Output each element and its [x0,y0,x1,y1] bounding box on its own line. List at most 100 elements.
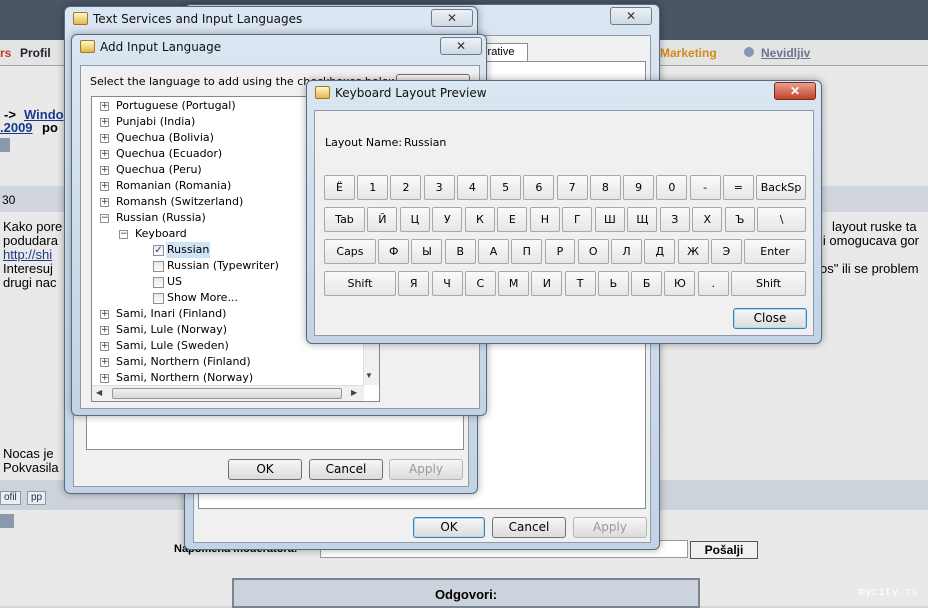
apply-button[interactable]: Apply [389,459,463,480]
keyboard-key: А [478,239,509,264]
expand-icon[interactable]: + [100,166,109,175]
keyboard-key: З [659,207,690,232]
close-button[interactable]: ✕ [610,7,652,25]
nav-item-partial[interactable]: rs [0,46,11,60]
keyboard-key: В [444,239,476,264]
checkbox[interactable] [153,277,164,288]
tree-item-label: Sami, Lule (Sweden) [116,339,229,352]
expand-icon[interactable]: + [100,150,109,159]
expand-icon[interactable]: + [100,358,109,367]
keyboard-key: Б [631,271,663,296]
keyboard-key: Й [367,207,398,232]
tree-item-label: Romansh (Switzerland) [116,195,244,208]
window-icon [80,40,95,53]
apply-button[interactable]: Apply [573,517,647,538]
expand-icon[interactable]: + [100,118,109,127]
window-icon [315,86,330,99]
post-text-line: Interesuj [3,261,53,276]
post-toolbar-block [0,514,14,528]
post-date-link[interactable]: .2009 [0,120,33,135]
keyboard-key: Ы [411,239,443,264]
keyboard-key: Ф [378,239,410,264]
keyboard-key: К [464,207,495,232]
keyboard-key: 3 [423,175,455,200]
tree-item-label: Sami, Lule (Norway) [116,323,228,336]
scroll-left-arrow-icon[interactable]: ◀ [96,388,102,397]
keyboard-key: 4 [456,175,488,200]
pp-button[interactable]: pp [27,491,47,505]
window-title: Keyboard Layout Preview [335,86,487,100]
cancel-button[interactable]: Cancel [309,459,383,480]
keyboard-preview-window: Keyboard Layout Preview ✕ Layout Name: R… [306,80,822,344]
expand-icon[interactable]: + [100,134,109,143]
keyboard-key: Ш [594,207,625,232]
keyboard-key: С [464,271,496,296]
keyboard-key: П [511,239,543,264]
tree-item-label: Russian (Typewriter) [167,259,279,272]
window-title: Text Services and Input Languages [93,12,303,26]
reply-title: Odgovori: [434,587,498,602]
keyboard-key: Т [564,271,596,296]
checkbox-checked[interactable]: ✓ [153,245,164,256]
keyboard-key: 8 [589,175,621,200]
close-button[interactable]: ✕ [774,82,816,100]
checkbox[interactable] [153,261,164,272]
expand-icon[interactable]: + [100,326,109,335]
post-link[interactable]: http://shi [3,247,52,262]
post-date-suffix: po [42,120,58,135]
scroll-thumb[interactable] [112,388,342,399]
tree-item-label: Sami, Northern (Norway) [116,371,254,384]
post-text-line: podudara [3,233,58,248]
horizontal-scrollbar[interactable]: ◀ ▶ [92,385,364,401]
watermark: mycity.rs [858,585,918,598]
keyboard-key: Ю [664,271,696,296]
keyboard-key: 6 [523,175,555,200]
nav-item-marketing[interactable]: Marketing [660,46,717,60]
expand-icon[interactable]: + [100,198,109,207]
tree-item-label: Russian [166,242,211,258]
keyboard-key: 0 [656,175,688,200]
expand-icon[interactable]: + [100,310,109,319]
nav-item-nevidljiv[interactable]: Nevidljiv [761,46,810,60]
keyboard-key: И [531,271,563,296]
keyboard-key: Р [544,239,576,264]
keyboard-key: 9 [623,175,655,200]
scroll-right-arrow-icon[interactable]: ▶ [351,388,357,397]
keyboard-key: Щ [627,207,658,232]
expand-icon[interactable]: + [100,342,109,351]
close-button[interactable]: ✕ [431,9,473,27]
keyboard-key: 5 [490,175,522,200]
post-text-right: layout ruske ta [832,219,917,234]
tree-item-label: Punjabi (India) [116,115,196,128]
keyboard-key: Н [529,207,560,232]
keyboard-layout: Ё 1 2 3 4 5 6 7 8 9 0- = BackSp Tab Й Ц У К Е Н Г Ш Щ З Х Ъ \ Caps Ф… [315,111,815,337]
expand-icon[interactable]: + [100,182,109,191]
expand-icon[interactable]: + [100,102,109,111]
tree-item-label: Quechua (Bolivia) [116,131,214,144]
expand-icon[interactable]: + [100,374,109,383]
close-dialog-button[interactable]: Close [733,308,807,329]
post-number: 30 [2,193,16,207]
scroll-down-arrow-icon[interactable]: ▼ [365,371,373,380]
collapse-icon[interactable]: − [119,230,128,239]
profil-button[interactable]: ofil [0,491,21,505]
nav-item-profil[interactable]: Profil [20,46,51,60]
collapse-icon[interactable]: − [100,214,109,223]
ok-button[interactable]: OK [413,517,485,538]
tree-item-label: Romanian (Romania) [116,179,232,192]
close-button[interactable]: ✕ [440,37,482,55]
keyboard-key: М [498,271,530,296]
tree-item-label: Sami, Northern (Finland) [116,355,251,368]
keyboard-key: Shift [324,271,396,296]
send-button[interactable]: Pošalji [690,541,758,559]
keyboard-key: Ё [324,175,355,200]
keyboard-key: Ъ [724,207,755,232]
keyboard-key: Ч [431,271,463,296]
cancel-button[interactable]: Cancel [492,517,566,538]
checkbox[interactable] [153,293,164,304]
tree-item-label: Quechua (Ecuador) [116,147,223,160]
ok-button[interactable]: OK [228,459,302,480]
keyboard-key: Я [398,271,430,296]
keyboard-key: Caps [324,239,376,264]
window-icon [73,12,88,25]
